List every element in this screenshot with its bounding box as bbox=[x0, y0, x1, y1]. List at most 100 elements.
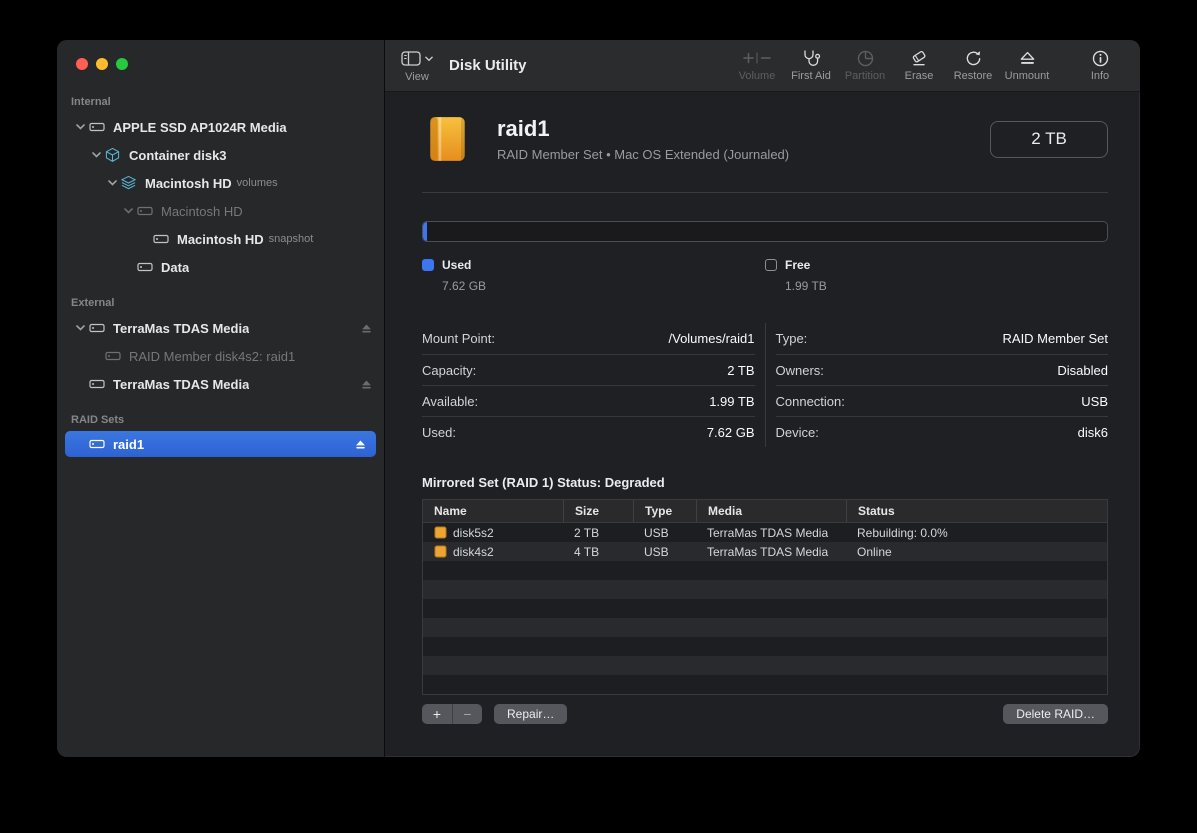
internal-drive-icon bbox=[89, 119, 106, 135]
sidebar-item-label: Data bbox=[161, 260, 189, 275]
empty-table-row bbox=[423, 618, 1107, 637]
drive-icon bbox=[105, 348, 122, 364]
member-drive-icon bbox=[434, 545, 447, 558]
unmount-button[interactable]: Unmount bbox=[1000, 49, 1054, 82]
sidebar-item-suffix: volumes bbox=[237, 177, 278, 189]
disclosure-chevron-icon[interactable] bbox=[71, 124, 89, 130]
delete-raid-button[interactable]: Delete RAID… bbox=[1003, 704, 1108, 724]
section-divider bbox=[422, 192, 1108, 193]
column-header-size[interactable]: Size bbox=[563, 500, 633, 522]
raid-members-table: Name Size Type Media Status disk5s2 bbox=[422, 499, 1108, 695]
erase-button[interactable]: Erase bbox=[892, 49, 946, 82]
sidebar-item-label: Macintosh HD bbox=[145, 176, 232, 191]
table-row[interactable]: disk4s2 4 TB USB TerraMas TDAS Media Onl… bbox=[423, 542, 1107, 561]
detail-row: Device: disk6 bbox=[776, 416, 1109, 447]
sidebar-item-label: TerraMas TDAS Media bbox=[113, 321, 249, 336]
partition-button: Partition bbox=[838, 49, 892, 82]
device-subtitle: RAID Member Set • Mac OS Extended (Journ… bbox=[497, 147, 789, 162]
first-aid-icon bbox=[801, 49, 821, 68]
volume-stack-icon bbox=[121, 175, 138, 191]
legend-used: Used 7.62 GB bbox=[422, 258, 765, 293]
add-member-button[interactable]: + bbox=[422, 704, 452, 724]
sidebar-item-label: Container disk3 bbox=[129, 148, 227, 163]
detail-row: Type: RAID Member Set bbox=[776, 323, 1109, 354]
sidebar-item-label: raid1 bbox=[113, 437, 144, 452]
external-drive-icon bbox=[89, 320, 106, 336]
table-header: Name Size Type Media Status bbox=[423, 500, 1107, 523]
minimize-window-button[interactable] bbox=[96, 58, 108, 70]
eject-icon[interactable] bbox=[361, 379, 372, 390]
sidebar-item-data[interactable]: Data bbox=[57, 253, 384, 281]
device-name: raid1 bbox=[497, 116, 789, 141]
empty-table-row bbox=[423, 656, 1107, 675]
sidebar-item-suffix: snapshot bbox=[269, 233, 314, 245]
sidebar-item-label: Macintosh HD bbox=[177, 232, 264, 247]
used-value: 7.62 GB bbox=[442, 279, 765, 293]
empty-table-row bbox=[423, 637, 1107, 656]
partition-icon bbox=[857, 49, 874, 68]
sidebar-item-macintosh-hd-volume[interactable]: Macintosh HD volumes bbox=[57, 169, 384, 197]
chevron-down-icon bbox=[425, 56, 433, 62]
sidebar-item-raid1-selected[interactable]: raid1 bbox=[65, 431, 376, 457]
sidebar-item-terramas-1[interactable]: TerraMas TDAS Media bbox=[57, 314, 384, 342]
view-menu-button[interactable]: View bbox=[401, 48, 433, 83]
sidebar-section-raid-sets: RAID Sets bbox=[57, 414, 384, 426]
main-pane: View Disk Utility Volume First Aid bbox=[385, 40, 1140, 757]
empty-table-row bbox=[423, 675, 1107, 694]
sidebar-item-macintosh-hd-dimmed[interactable]: Macintosh HD bbox=[57, 197, 384, 225]
eject-icon[interactable] bbox=[355, 439, 366, 450]
restore-button[interactable]: Restore bbox=[946, 49, 1000, 82]
sidebar-item-terramas-2[interactable]: TerraMas TDAS Media bbox=[57, 370, 384, 398]
capacity-badge: 2 TB bbox=[990, 121, 1108, 158]
first-aid-button[interactable]: First Aid bbox=[784, 49, 838, 82]
member-status: Online bbox=[846, 545, 1107, 559]
zoom-window-button[interactable] bbox=[116, 58, 128, 70]
window-controls bbox=[57, 58, 384, 70]
table-row[interactable]: disk5s2 2 TB USB TerraMas TDAS Media Reb… bbox=[423, 523, 1107, 542]
member-drive-icon bbox=[434, 526, 447, 539]
raid-set-device-icon bbox=[422, 114, 472, 164]
view-label: View bbox=[405, 71, 429, 83]
column-header-media[interactable]: Media bbox=[696, 500, 846, 522]
remove-member-button[interactable]: − bbox=[452, 704, 482, 724]
sidebar-item-label: APPLE SSD AP1024R Media bbox=[113, 120, 287, 135]
disclosure-chevron-icon[interactable] bbox=[103, 180, 121, 186]
column-header-name[interactable]: Name bbox=[423, 500, 563, 522]
sidebar-item-label: TerraMas TDAS Media bbox=[113, 377, 249, 392]
repair-button[interactable]: Repair… bbox=[494, 704, 567, 724]
sidebar-item-raid-member-disk4s2[interactable]: RAID Member disk4s2: raid1 bbox=[57, 342, 384, 370]
column-header-type[interactable]: Type bbox=[633, 500, 696, 522]
detail-row: Mount Point: /Volumes/raid1 bbox=[422, 323, 755, 354]
free-swatch bbox=[765, 259, 777, 271]
table-body: disk5s2 2 TB USB TerraMas TDAS Media Reb… bbox=[423, 523, 1107, 694]
sidebar-section-external: External bbox=[57, 297, 384, 309]
restore-icon bbox=[965, 49, 982, 68]
info-button[interactable]: Info bbox=[1080, 49, 1120, 82]
sidebar-item-container-disk3[interactable]: Container disk3 bbox=[57, 141, 384, 169]
volume-button: Volume bbox=[730, 49, 784, 82]
used-swatch bbox=[422, 259, 434, 271]
legend-free: Free 1.99 TB bbox=[765, 258, 1108, 293]
column-header-status[interactable]: Status bbox=[846, 500, 1107, 522]
details-right-column: Type: RAID Member Set Owners: Disabled C… bbox=[776, 323, 1109, 447]
drive-icon bbox=[137, 203, 154, 219]
details-left-column: Mount Point: /Volumes/raid1 Capacity: 2 … bbox=[422, 323, 755, 447]
free-label: Free bbox=[785, 258, 810, 272]
empty-table-row bbox=[423, 599, 1107, 618]
usage-bar-fill bbox=[423, 222, 427, 241]
usage-legend: Used 7.62 GB Free 1.99 TB bbox=[422, 258, 1108, 293]
sidebar: Internal APPLE SSD AP1024R Media Contain… bbox=[57, 40, 385, 757]
toolbar: View Disk Utility Volume First Aid bbox=[385, 40, 1140, 92]
detail-row: Owners: Disabled bbox=[776, 354, 1109, 385]
device-header: raid1 RAID Member Set • Mac OS Extended … bbox=[422, 114, 1108, 164]
unmount-icon bbox=[1019, 49, 1036, 68]
sidebar-item-macintosh-hd-snapshot[interactable]: Macintosh HD snapshot bbox=[57, 225, 384, 253]
empty-table-row bbox=[423, 561, 1107, 580]
disclosure-chevron-icon[interactable] bbox=[119, 208, 137, 214]
sidebar-item-apple-ssd[interactable]: APPLE SSD AP1024R Media bbox=[57, 113, 384, 141]
free-value: 1.99 TB bbox=[785, 279, 1108, 293]
disclosure-chevron-icon[interactable] bbox=[71, 325, 89, 331]
close-window-button[interactable] bbox=[76, 58, 88, 70]
disclosure-chevron-icon[interactable] bbox=[87, 152, 105, 158]
eject-icon[interactable] bbox=[361, 323, 372, 334]
